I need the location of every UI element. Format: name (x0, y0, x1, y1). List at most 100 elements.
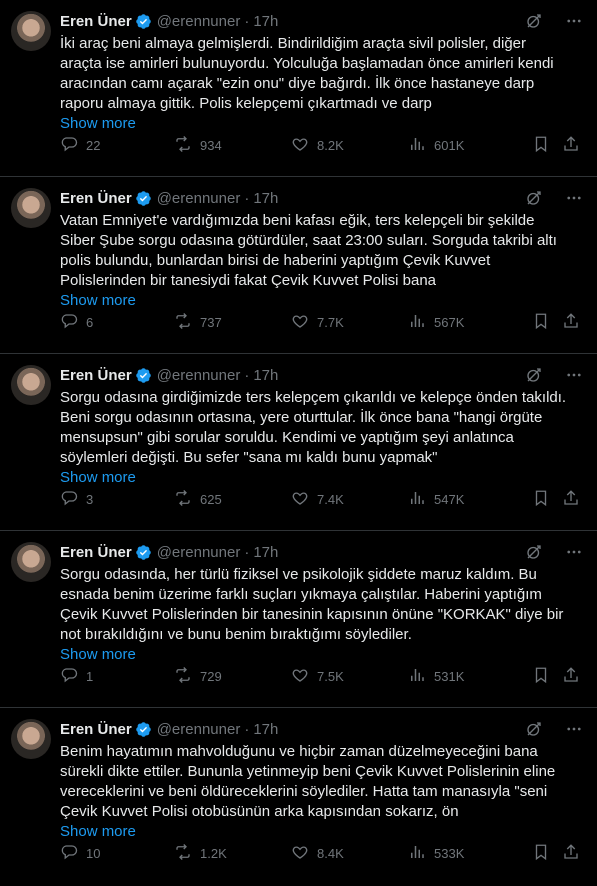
tweet-actions: 6 737 7.7K 567K (60, 312, 585, 332)
tweet-text-line: Polislerinden bir tanesiydi fakat Çevik … (60, 272, 437, 289)
views-icon (408, 843, 434, 864)
show-more-link[interactable]: Show more (60, 468, 585, 488)
views-button[interactable]: 601K (408, 135, 532, 156)
author-name[interactable]: Eren Üner (60, 544, 132, 561)
bookmark-button[interactable] (532, 666, 562, 687)
timestamp[interactable]: 17h (253, 13, 278, 30)
views-button[interactable]: 567K (408, 312, 532, 333)
like-button[interactable]: 7.5K (291, 666, 408, 687)
bookmark-icon (532, 843, 550, 864)
avatar[interactable] (11, 719, 51, 759)
bookmark-button[interactable] (532, 312, 562, 333)
reply-icon (60, 666, 86, 687)
show-more-link[interactable]: Show more (60, 114, 585, 134)
repost-button[interactable]: 1.2K (174, 843, 291, 864)
like-button[interactable]: 7.4K (291, 489, 408, 510)
author-name[interactable]: Eren Üner (60, 367, 132, 384)
author-handle[interactable]: @erennuner (157, 190, 241, 207)
bookmark-button[interactable] (532, 135, 562, 156)
more-options-icon[interactable] (565, 12, 583, 30)
author-handle[interactable]: @erennuner (157, 13, 241, 30)
like-count: 7.4K (317, 491, 344, 507)
timestamp[interactable]: 17h (253, 367, 278, 384)
reply-button[interactable]: 22 (60, 135, 174, 156)
tweet[interactable]: Eren Üner @erennuner · 17h Vatan Emniyet… (0, 177, 597, 354)
share-icon (562, 312, 580, 333)
grok-icon[interactable] (525, 189, 543, 207)
grok-icon[interactable] (525, 720, 543, 738)
like-count: 8.2K (317, 137, 344, 153)
share-icon (562, 135, 580, 156)
tweet-actions: 3 625 7.4K 547K (60, 489, 585, 509)
share-icon (562, 489, 580, 510)
timeline: Eren Üner @erennuner · 17h İki araç beni… (0, 0, 597, 885)
author-handle[interactable]: @erennuner (157, 367, 241, 384)
reply-button[interactable]: 1 (60, 666, 174, 687)
author-handle[interactable]: @erennuner (157, 544, 241, 561)
author-handle[interactable]: @erennuner (157, 721, 241, 738)
repost-button[interactable]: 934 (174, 135, 291, 156)
like-button[interactable]: 7.7K (291, 312, 408, 333)
avatar[interactable] (11, 11, 51, 51)
reply-button[interactable]: 10 (60, 843, 174, 864)
like-button[interactable]: 8.4K (291, 843, 408, 864)
views-button[interactable]: 547K (408, 489, 532, 510)
bookmark-button[interactable] (532, 489, 562, 510)
like-count: 7.5K (317, 668, 344, 684)
reply-icon (60, 135, 86, 156)
tweet-text-line: polis bulundu, bunlardan birisi de haber… (60, 252, 491, 269)
more-options-icon[interactable] (565, 366, 583, 384)
timestamp[interactable]: 17h (253, 721, 278, 738)
separator-dot: · (244, 12, 250, 30)
avatar[interactable] (11, 188, 51, 228)
tweet[interactable]: Eren Üner @erennuner · 17h İki araç beni… (0, 0, 597, 177)
views-icon (408, 666, 434, 687)
views-count: 547K (434, 491, 465, 507)
timestamp[interactable]: 17h (253, 544, 278, 561)
views-button[interactable]: 533K (408, 843, 532, 864)
show-more-link[interactable]: Show more (60, 822, 585, 842)
reply-button[interactable]: 6 (60, 312, 174, 333)
share-button[interactable] (562, 312, 582, 333)
share-button[interactable] (562, 843, 582, 864)
more-options-icon[interactable] (565, 189, 583, 207)
timestamp[interactable]: 17h (253, 190, 278, 207)
like-count: 8.4K (317, 845, 344, 861)
tweet[interactable]: Eren Üner @erennuner · 17h Sorgu odasınd… (0, 531, 597, 708)
tweet-text: Sorgu odasına girdiğimizde ters kelepçem… (60, 388, 585, 488)
more-options-icon[interactable] (565, 543, 583, 561)
verified-badge-icon (135, 721, 152, 738)
tweet-header: Eren Üner @erennuner · 17h (60, 542, 583, 562)
tweet[interactable]: Eren Üner @erennuner · 17h Benim hayatım… (0, 708, 597, 885)
share-button[interactable] (562, 135, 582, 156)
verified-badge-icon (135, 367, 152, 384)
show-more-link[interactable]: Show more (60, 291, 585, 311)
reply-button[interactable]: 3 (60, 489, 174, 510)
repost-icon (174, 489, 200, 510)
tweet-text-line: esnada benim üzerime farklı suçları yıkm… (60, 586, 542, 603)
grok-icon[interactable] (525, 543, 543, 561)
grok-icon[interactable] (525, 12, 543, 30)
views-button[interactable]: 531K (408, 666, 532, 687)
avatar[interactable] (11, 365, 51, 405)
tweet-header: Eren Üner @erennuner · 17h (60, 719, 583, 739)
author-name[interactable]: Eren Üner (60, 721, 132, 738)
author-name[interactable]: Eren Üner (60, 190, 132, 207)
repost-button[interactable]: 625 (174, 489, 291, 510)
avatar[interactable] (11, 542, 51, 582)
repost-button[interactable]: 737 (174, 312, 291, 333)
more-options-icon[interactable] (565, 720, 583, 738)
author-name[interactable]: Eren Üner (60, 13, 132, 30)
share-button[interactable] (562, 666, 582, 687)
tweet-text-line: Vatan Emniyet'e vardığımızda beni kafası… (60, 212, 535, 229)
grok-icon[interactable] (525, 366, 543, 384)
bookmark-icon (532, 489, 550, 510)
like-button[interactable]: 8.2K (291, 135, 408, 156)
share-button[interactable] (562, 489, 582, 510)
show-more-link[interactable]: Show more (60, 645, 585, 665)
tweet[interactable]: Eren Üner @erennuner · 17h Sorgu odasına… (0, 354, 597, 531)
tweet-text: Benim hayatımın mahvolduğunu ve hiçbir z… (60, 742, 585, 842)
bookmark-button[interactable] (532, 843, 562, 864)
repost-button[interactable]: 729 (174, 666, 291, 687)
reply-icon (60, 312, 86, 333)
